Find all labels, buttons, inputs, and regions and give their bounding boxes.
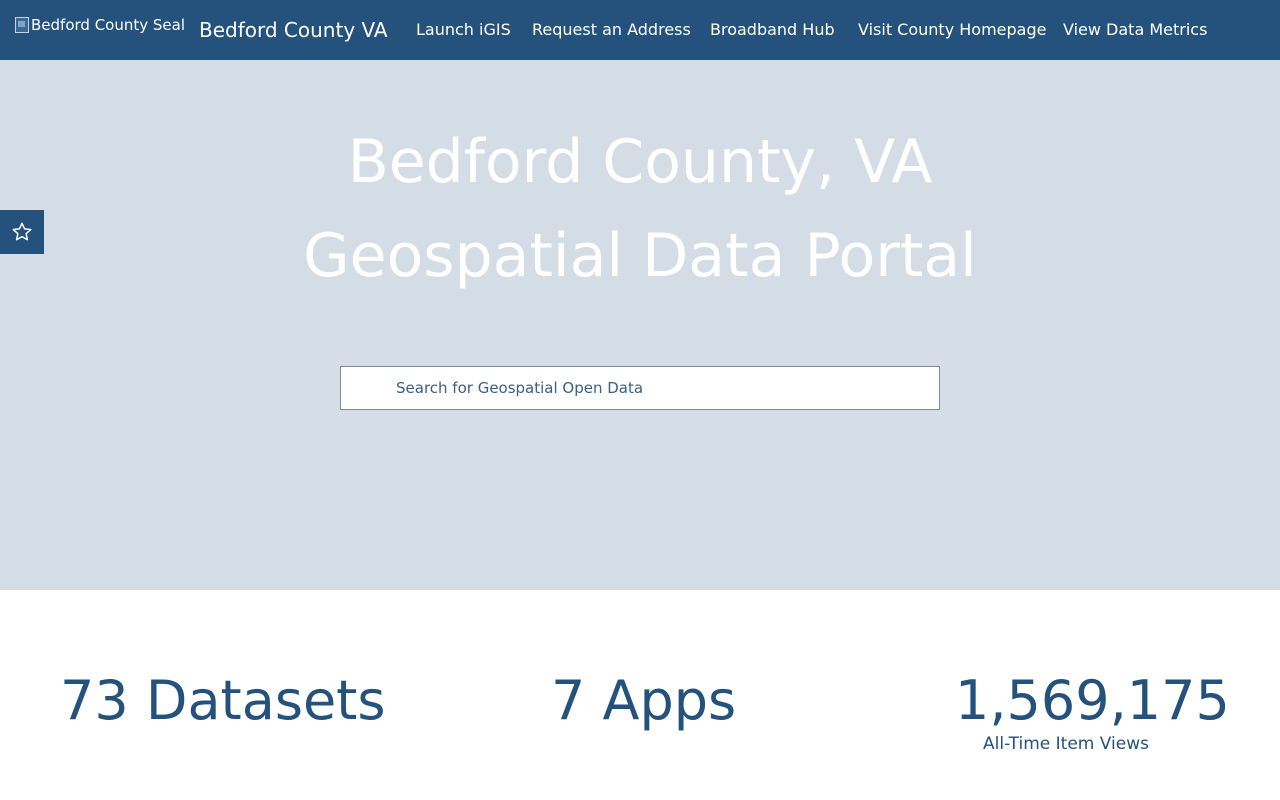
item-views-stat: 1,569,175 All-Time Item Views [955, 669, 1230, 755]
top-navigation-bar: Bedford County Seal Bedford County VA La… [0, 0, 1280, 60]
nav-link-county-homepage[interactable]: Visit County Homepage [858, 15, 1046, 45]
item-views-count: 1,569,175 [955, 669, 1230, 732]
nav-link-request-address[interactable]: Request an Address [532, 15, 691, 45]
nav-link-data-metrics[interactable]: View Data Metrics [1063, 15, 1207, 45]
hero-title-line-1: Bedford County, VA [347, 127, 933, 197]
hero-banner: Bedford County, VA Geospatial Data Porta… [0, 60, 1280, 590]
search-input[interactable] [396, 367, 926, 409]
item-views-label: All-Time Item Views [983, 734, 1149, 754]
favorites-button[interactable] [0, 210, 44, 254]
broken-image-icon [15, 17, 29, 33]
county-seal-alt-text: Bedford County Seal [31, 16, 185, 34]
apps-count: 7 Apps [551, 669, 737, 732]
county-seal-image[interactable]: Bedford County Seal [15, 13, 185, 37]
nav-link-launch-igis[interactable]: Launch iGIS [416, 15, 511, 45]
nav-link-broadband-hub[interactable]: Broadband Hub [710, 15, 835, 45]
search-box [340, 366, 940, 410]
star-icon [12, 222, 32, 241]
hero-title-line-2: Geospatial Data Portal [303, 221, 977, 291]
site-title-link[interactable]: Bedford County VA [199, 15, 388, 45]
datasets-count: 73 Datasets [60, 669, 386, 732]
